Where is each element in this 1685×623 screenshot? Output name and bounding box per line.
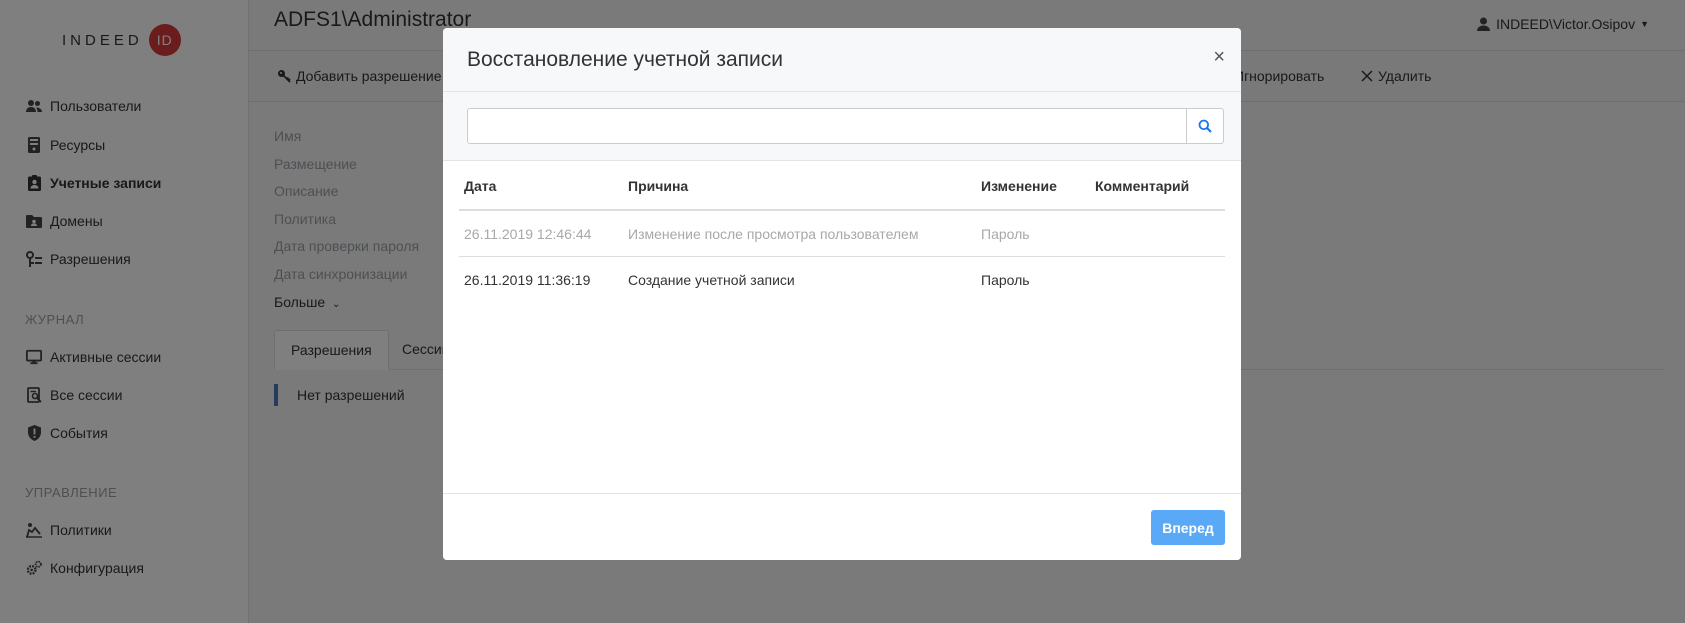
modal-title: Восстановление учетной записи bbox=[467, 48, 783, 71]
cell-reason: Изменение после просмотра пользователем bbox=[628, 225, 919, 242]
table-row[interactable]: 26.11.2019 11:36:19 Создание учетной зап… bbox=[459, 257, 1225, 303]
cell-date: 26.11.2019 11:36:19 bbox=[464, 272, 591, 288]
column-header-change[interactable]: Изменение bbox=[981, 178, 1057, 194]
cell-date: 26.11.2019 12:46:44 bbox=[464, 225, 592, 242]
modal-footer: Вперед bbox=[443, 493, 1241, 560]
next-button[interactable]: Вперед bbox=[1151, 510, 1225, 545]
cell-change: Пароль bbox=[981, 225, 1030, 242]
column-header-comment[interactable]: Комментарий bbox=[1095, 178, 1189, 194]
search-icon bbox=[1198, 119, 1212, 133]
search-input[interactable] bbox=[467, 108, 1187, 144]
search-button[interactable] bbox=[1186, 108, 1224, 144]
table-row[interactable]: 26.11.2019 12:46:44 Изменение после прос… bbox=[459, 211, 1225, 257]
column-header-date[interactable]: Дата bbox=[464, 178, 496, 194]
table-header: Дата Причина Изменение Комментарий bbox=[459, 162, 1225, 211]
cell-reason: Создание учетной записи bbox=[628, 272, 795, 288]
column-header-reason[interactable]: Причина bbox=[628, 178, 688, 194]
close-icon[interactable]: × bbox=[1213, 46, 1225, 69]
modal-header: Восстановление учетной записи × bbox=[443, 28, 1241, 92]
restore-account-modal: Восстановление учетной записи × Дата При… bbox=[443, 28, 1241, 560]
search-area bbox=[443, 92, 1241, 161]
history-table: Дата Причина Изменение Комментарий 26.11… bbox=[459, 162, 1225, 303]
cell-change: Пароль bbox=[981, 272, 1030, 288]
